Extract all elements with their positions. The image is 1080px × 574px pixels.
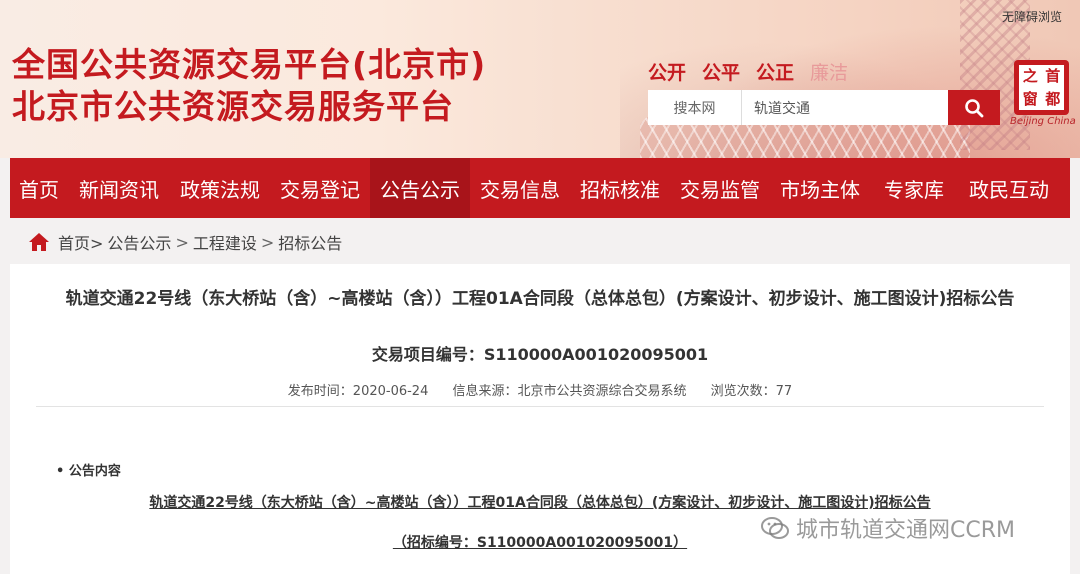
logo-char: 窗 <box>1022 89 1038 108</box>
nav-item-experts[interactable]: 专家库 <box>870 158 958 218</box>
meta-divider <box>36 406 1044 407</box>
article-card: 轨道交通22号线（东大桥站（含）~高楼站（含））工程01A合同段（总体总包）(方… <box>10 264 1070 574</box>
logo-caption: Beijing China <box>1010 116 1076 127</box>
breadcrumb-home[interactable]: 首页> <box>58 230 103 254</box>
site-header: 全国公共资源交易平台(北京市) 北京市公共资源交易服务平台 无障碍浏览 公开 公… <box>0 0 1080 158</box>
nav-item-news[interactable]: 新闻资讯 <box>68 158 170 218</box>
article-meta: 发布时间：2020-06-24 信息来源：北京市公共资源综合交易系统 浏览次数：… <box>10 380 1070 399</box>
logo-char: 首 <box>1045 67 1061 85</box>
search-scope-select[interactable]: 搜本网 <box>648 90 742 125</box>
logo-seal-chars: 之 首 窗 都 <box>1019 65 1064 110</box>
nav-item-market-entities[interactable]: 市场主体 <box>770 158 870 218</box>
article-title: 轨道交通22号线（东大桥站（含）~高楼站（含））工程01A合同段（总体总包）(方… <box>65 289 1015 309</box>
nav-item-interaction[interactable]: 政民互动 <box>958 158 1060 218</box>
motto-open: 公开 <box>648 62 687 84</box>
home-icon[interactable] <box>28 232 50 252</box>
search-button[interactable] <box>948 90 1000 125</box>
section-heading: • 公告内容 <box>56 464 121 479</box>
body-notice-title: 轨道交通22号线（东大桥站（含）~高楼站（含））工程01A合同段（总体总包）(方… <box>149 495 931 511</box>
search-input[interactable] <box>742 90 948 125</box>
capital-window-logo[interactable]: 之 首 窗 都 <box>1014 60 1069 115</box>
wechat-icon <box>761 517 789 539</box>
breadcrumb-construction[interactable]: 工程建设 <box>193 230 257 254</box>
publish-time: 发布时间：2020-06-24 <box>287 384 429 399</box>
motto-fair: 公平 <box>702 62 741 84</box>
site-title-line2: 北京市公共资源交易服务平台 <box>12 87 454 126</box>
nav-item-supervision[interactable]: 交易监管 <box>670 158 770 218</box>
logo-char: 都 <box>1045 89 1061 108</box>
nav-item-trade-info[interactable]: 交易信息 <box>470 158 570 218</box>
site-title-line1: 全国公共资源交易平台(北京市) <box>12 45 487 84</box>
main-nav: 首页 新闻资讯 政策法规 交易登记 公告公示 交易信息 招标核准 交易监管 市场… <box>10 158 1070 218</box>
motto-integrity: 廉洁 <box>810 62 849 84</box>
motto-just: 公正 <box>756 62 795 84</box>
search-bar: 搜本网 <box>648 90 1000 125</box>
search-icon <box>965 98 984 117</box>
article-project-code: 交易项目编号：S110000A001020095001 <box>371 345 709 364</box>
breadcrumb-announcements[interactable]: 公告公示 <box>107 230 171 254</box>
breadcrumb: 首页> 公告公示 > 工程建设 > 招标公告 <box>28 228 342 256</box>
view-count: 浏览次数：77 <box>710 384 793 399</box>
breadcrumb-tender-notice[interactable]: 招标公告 <box>278 230 342 254</box>
accessibility-link[interactable]: 无障碍浏览 <box>1002 8 1062 25</box>
nav-item-home[interactable]: 首页 <box>10 158 68 218</box>
nav-item-policy[interactable]: 政策法规 <box>170 158 270 218</box>
watermark: 城市轨道交通网CCRM <box>760 512 1015 544</box>
info-source: 信息来源：北京市公共资源综合交易系统 <box>452 384 687 399</box>
nav-item-announcements[interactable]: 公告公示 <box>370 158 470 218</box>
nav-item-bid-approval[interactable]: 招标核准 <box>570 158 670 218</box>
watermark-text: 城市轨道交通网CCRM <box>796 518 1015 543</box>
breadcrumb-separator: > <box>260 232 275 252</box>
motto-row: 公开 公平 公正 廉洁 <box>648 58 848 85</box>
nav-item-registration[interactable]: 交易登记 <box>270 158 370 218</box>
logo-char: 之 <box>1022 67 1038 85</box>
breadcrumb-separator: > <box>175 232 189 252</box>
